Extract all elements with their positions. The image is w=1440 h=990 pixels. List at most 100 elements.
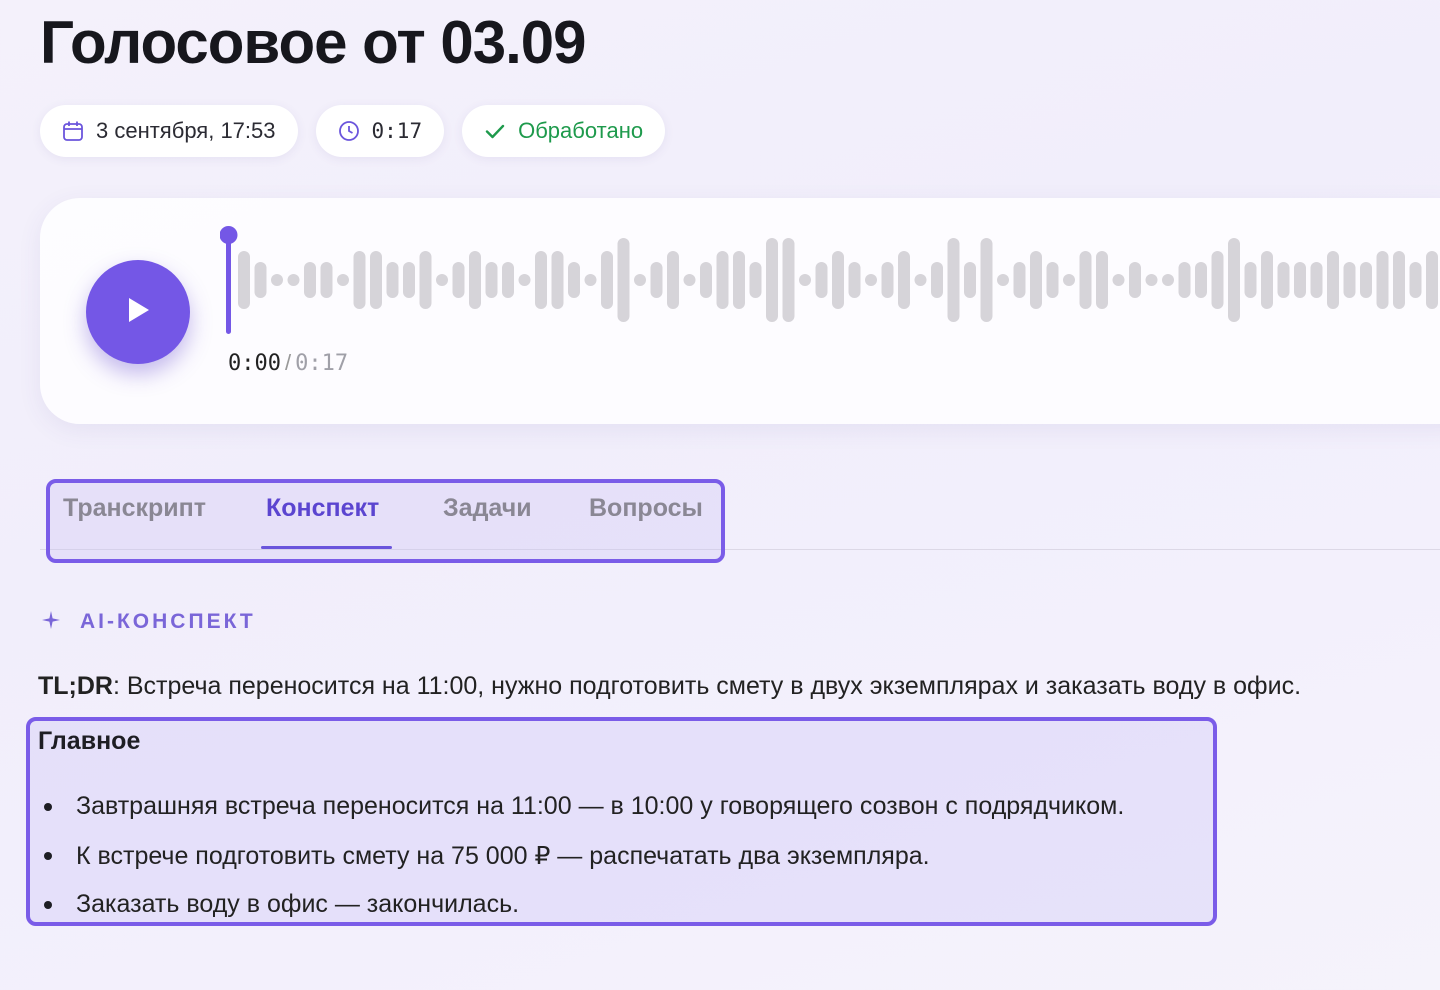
waveform-bar	[1145, 274, 1158, 286]
waveform-bar	[320, 262, 333, 298]
waveform-bar	[601, 251, 613, 309]
waveform-bar	[1343, 262, 1356, 298]
waveform-bar	[1244, 262, 1257, 298]
waveform-bar	[502, 262, 514, 298]
waveform-bar	[1129, 262, 1141, 298]
waveform-bar	[1063, 274, 1075, 286]
tldr-label: TL;DR	[38, 672, 113, 700]
waveform-bar	[782, 238, 795, 322]
waveform-bar	[568, 262, 580, 298]
waveform-bar	[403, 262, 415, 298]
waveform-bar	[1211, 251, 1224, 309]
waveform-bar	[815, 262, 828, 298]
waveform-bar	[287, 274, 300, 286]
waveform-bar	[881, 262, 894, 298]
list-item: Заказать воду в офис — закончилась.	[44, 880, 1124, 929]
waveform-bar	[1046, 262, 1059, 298]
playhead-line[interactable]	[226, 240, 231, 334]
waveform-bar	[766, 238, 778, 322]
duration-chip: 0:17	[315, 105, 445, 157]
waveform-bar	[865, 274, 877, 286]
play-icon	[125, 296, 151, 329]
waveform-bar	[832, 251, 844, 309]
waveform-bar	[271, 274, 283, 286]
calendar-icon	[62, 120, 84, 142]
waveform-bar	[1112, 274, 1125, 286]
waveform-bar	[386, 262, 399, 298]
waveform-bar	[1096, 251, 1108, 309]
waveform-bar	[436, 274, 448, 286]
playhead-handle[interactable]	[220, 226, 238, 244]
waveform-bar	[584, 274, 597, 286]
main-points-list: Завтрашняя встреча переносится на 11:00 …	[44, 782, 1124, 929]
waveform-bar	[1162, 274, 1174, 286]
bullet-icon	[44, 851, 52, 860]
waveform-bar	[617, 238, 630, 322]
status-text: Обработано	[518, 118, 644, 143]
waveform-bar	[1327, 251, 1339, 309]
tab-tasks[interactable]: Задачи	[443, 494, 532, 523]
waveform-bar	[551, 251, 564, 309]
waveform-bar	[749, 262, 762, 298]
waveform-bar	[1013, 262, 1026, 298]
waveform-bar	[1393, 251, 1405, 309]
total-time: 0:17	[295, 351, 349, 376]
waveform-bar	[337, 274, 349, 286]
tab-questions[interactable]: Вопросы	[589, 494, 703, 523]
ai-summary-header: AI-КОНСПЕКТ	[42, 610, 256, 634]
check-icon	[484, 120, 506, 142]
waveform-bar	[964, 262, 976, 298]
bullet-icon	[44, 802, 52, 811]
waveform-bar	[1195, 262, 1207, 298]
bullet-icon	[44, 900, 52, 909]
time-separator: /	[284, 350, 292, 375]
tldr-text: TL;DR: Встреча переносится на 11:00, нуж…	[38, 672, 1301, 701]
waveform-bar	[535, 251, 547, 309]
waveform-bar	[1376, 251, 1389, 309]
main-points-title: Главное	[38, 727, 141, 755]
waveform-bar	[1310, 262, 1323, 298]
waveform-bar	[452, 262, 465, 298]
clock-icon	[338, 120, 360, 142]
waveform-bar	[485, 262, 498, 298]
waveform-bar	[914, 274, 927, 286]
tab-transcript[interactable]: Транскрипт	[63, 494, 206, 523]
waveform-bar	[1228, 238, 1240, 322]
waveform-bar	[683, 274, 696, 286]
waveform-bar	[700, 262, 712, 298]
waveform-bar	[1277, 262, 1290, 298]
waveform-bar	[1261, 251, 1273, 309]
waveform-bar	[1409, 262, 1422, 298]
ai-summary-label: AI-КОНСПЕКТ	[80, 610, 256, 633]
waveform-bar	[634, 274, 646, 286]
waveform-bar	[469, 251, 481, 309]
waveform-bar	[980, 238, 993, 322]
waveform[interactable]	[220, 220, 1440, 336]
waveform-bar	[1294, 262, 1306, 298]
waveform-bar	[1360, 262, 1372, 298]
time-readout: 0:00 / 0:17	[228, 350, 348, 376]
play-button[interactable]	[86, 260, 190, 364]
waveform-bar	[1178, 262, 1191, 298]
current-time: 0:00	[228, 351, 281, 376]
tab-summary[interactable]: Конспект	[266, 494, 379, 523]
sparkle-icon	[42, 610, 60, 634]
audio-player: 0:00 / 0:17	[40, 198, 1440, 424]
waveform-bar	[1079, 251, 1092, 309]
list-item: Завтрашняя встреча переносится на 11:00 …	[44, 782, 1124, 831]
waveform-bar	[716, 251, 729, 309]
waveform-bar	[238, 251, 250, 309]
tldr-body: : Встреча переносится на 11:00, нужно по…	[112, 672, 1302, 700]
date-text: 3 сентября, 17:53	[96, 118, 276, 143]
meta-chips: 3 сентября, 17:53 0:17 Обработано	[40, 105, 666, 157]
status-badge: Обработано	[462, 105, 666, 157]
waveform-bar	[997, 274, 1009, 286]
waveform-bar	[667, 251, 679, 309]
waveform-bar	[650, 262, 663, 298]
date-chip: 3 сентября, 17:53	[40, 105, 298, 157]
duration-text: 0:17	[371, 119, 423, 143]
waveform-bar	[898, 251, 910, 309]
waveform-bar	[1426, 251, 1438, 309]
waveform-bar	[419, 251, 432, 309]
active-tab-indicator	[261, 546, 392, 549]
